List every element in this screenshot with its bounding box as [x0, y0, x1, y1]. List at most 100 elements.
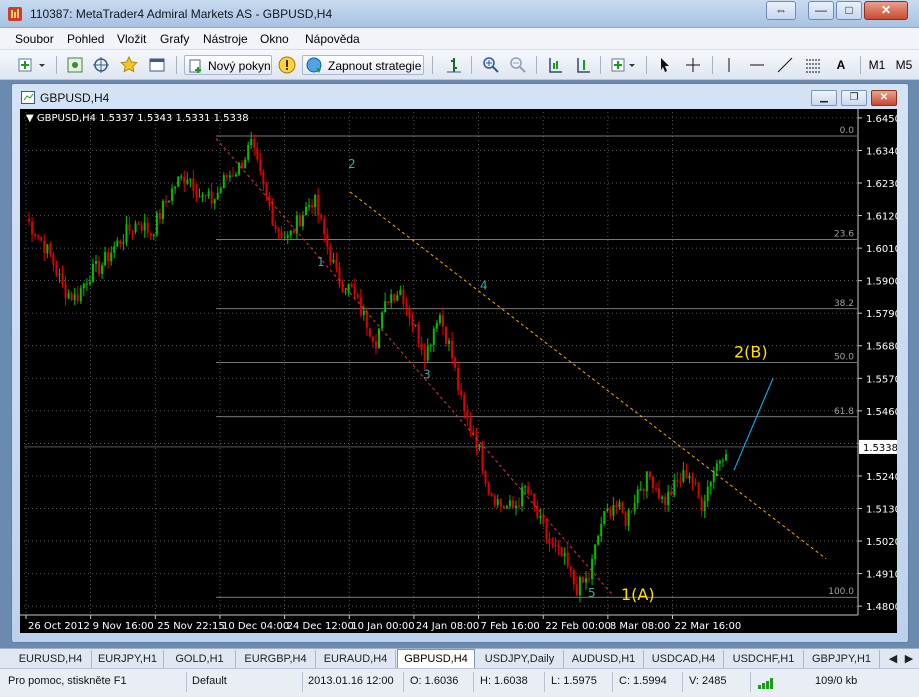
candle-body: [420, 343, 423, 351]
menu-help[interactable]: Nápověda: [305, 32, 360, 46]
horizontal-line-button[interactable]: [746, 55, 768, 75]
menu-view[interactable]: Pohled: [67, 32, 104, 46]
close-button[interactable]: ✕: [864, 1, 908, 20]
candle-body: [457, 367, 460, 391]
y-tick-label: 1.6230: [866, 179, 897, 190]
indicators-button[interactable]: [608, 55, 640, 75]
chart-shift-icon: [577, 58, 590, 73]
candle-body: [368, 328, 371, 337]
candle-body: [125, 224, 128, 243]
fibonacci-button[interactable]: [802, 55, 824, 75]
candle-body: [591, 558, 594, 579]
candle-body: [670, 491, 673, 496]
candle-body: [186, 179, 189, 184]
candle-body: [441, 315, 444, 327]
text-tool-button[interactable]: A: [830, 55, 852, 75]
crosshair-tool-button[interactable]: [90, 55, 112, 75]
zoom-in-button[interactable]: [480, 55, 502, 75]
menu-charts[interactable]: Grafy: [160, 32, 189, 46]
bar-chart-button[interactable]: [443, 55, 465, 75]
tab-scroll-left-icon[interactable]: ◀: [886, 650, 900, 668]
auto-scroll-button[interactable]: [544, 55, 566, 75]
candle-body: [137, 223, 140, 225]
candle-body: [375, 341, 377, 349]
candle-body: [521, 487, 524, 507]
new-order-button[interactable]: Nový pokyn: [184, 55, 272, 75]
tab-eurgbp-h4[interactable]: EURGBP,H4: [236, 650, 316, 668]
candle-body: [286, 235, 289, 238]
tab-eurjpy-h1[interactable]: EURJPY,H1: [92, 650, 164, 668]
trendline-button[interactable]: [774, 55, 796, 75]
restore-size-button[interactable]: ⇔: [766, 1, 796, 20]
crosshair-button[interactable]: [682, 55, 704, 75]
menu-insert[interactable]: Vložit: [117, 32, 146, 46]
candle-body: [231, 175, 234, 177]
candle-body: [518, 505, 521, 507]
candle-body: [524, 486, 527, 488]
price-chart[interactable]: 0.0 23.6 38.2 50.0 61.8 100.0 1 2 3 4 5 1(A) 2(B) 1…: [20, 109, 897, 633]
candle-body: [107, 251, 110, 262]
candle-body: [655, 488, 657, 490]
candle-body: [405, 304, 408, 308]
profiles-button[interactable]: [64, 55, 86, 75]
chart-close-button[interactable]: ✕: [871, 90, 897, 106]
chart-minimize-button[interactable]: ▁: [811, 90, 837, 106]
candle-body: [490, 493, 493, 496]
chart-shift-button[interactable]: [572, 55, 594, 75]
candle-body: [155, 213, 158, 235]
terminal-button[interactable]: [146, 55, 168, 75]
candle-body: [283, 237, 286, 239]
candle-body: [43, 240, 46, 254]
cursor-arrow-icon: [661, 58, 669, 72]
wave-projection-line: [733, 378, 774, 471]
tab-usdcad-h4[interactable]: USDCAD,H4: [644, 650, 724, 668]
vertical-line-button[interactable]: [718, 55, 740, 75]
candle-body: [630, 510, 633, 512]
candle-body: [116, 240, 119, 247]
candle-body: [168, 200, 171, 203]
candle-body: [378, 328, 381, 349]
cursor-tool-button[interactable]: [654, 55, 676, 75]
warning-icon: [278, 56, 296, 74]
candle-body: [341, 285, 344, 292]
period-m1-button[interactable]: M1: [866, 55, 888, 75]
y-tick-label: 1.5130: [866, 504, 897, 515]
tab-gbpjpy-h1[interactable]: GBPJPY,H1: [804, 650, 880, 668]
terminal-icon: [149, 58, 165, 72]
tab-euraud-h4[interactable]: EURAUD,H4: [316, 650, 396, 668]
tab-eurusd-h4[interactable]: EURUSD,H4: [10, 650, 92, 668]
candle-body: [572, 570, 575, 585]
candle-body: [396, 295, 399, 301]
maximize-button[interactable]: □: [836, 1, 862, 20]
candle-body: [484, 471, 487, 484]
menu-window[interactable]: Okno: [260, 32, 289, 46]
candle-body: [384, 301, 387, 313]
candle-body: [448, 340, 451, 344]
current-price-label: 1.5338: [863, 443, 897, 454]
tab-usdjpy-daily[interactable]: USDJPY,Daily: [476, 650, 564, 668]
tab-scroll-right-icon[interactable]: ▶: [902, 650, 916, 668]
tab-audusd-h1[interactable]: AUDUSD,H1: [564, 650, 644, 668]
tab-usdchf-h1[interactable]: USDCHF,H1: [724, 650, 804, 668]
candle-body: [235, 174, 237, 177]
tab-gold-h1[interactable]: GOLD,H1: [164, 650, 236, 668]
candle-body: [52, 254, 55, 265]
candle-body: [79, 288, 82, 302]
chart-maximize-button[interactable]: ❐: [841, 90, 867, 106]
menu-tools[interactable]: Nástroje: [203, 32, 248, 46]
period-m5-button[interactable]: M5: [892, 55, 916, 75]
alert-button[interactable]: [276, 55, 298, 75]
menu-file[interactable]: Soubor: [15, 32, 54, 46]
favorites-button[interactable]: [118, 55, 140, 75]
candle-body: [527, 486, 530, 494]
candle-body: [411, 318, 414, 326]
new-chart-button[interactable]: [14, 55, 50, 75]
autotrading-button[interactable]: Zapnout strategie: [302, 55, 424, 75]
candle-body: [250, 138, 253, 146]
new-chart-icon: [18, 58, 45, 72]
chart-header: ▼ GBPUSD,H4 1.5337 1.5343 1.5331 1.5338: [26, 113, 249, 124]
zoom-out-button[interactable]: [507, 55, 529, 75]
minimize-button[interactable]: —: [808, 1, 834, 20]
candle-body: [609, 508, 612, 516]
tab-gbpusd-h4[interactable]: GBPUSD,H4: [397, 649, 475, 669]
